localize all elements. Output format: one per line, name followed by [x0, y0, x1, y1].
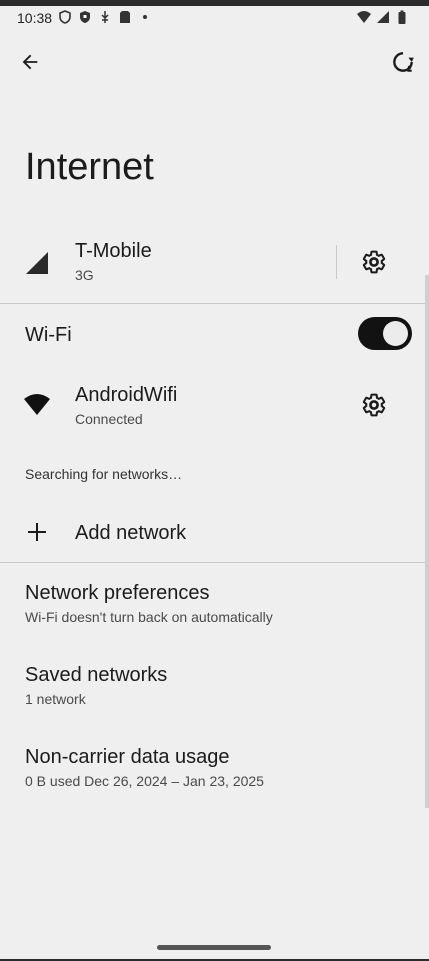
network-preferences-text: Network preferences Wi‑Fi doesn't turn b…: [25, 582, 273, 625]
page-title: Internet: [25, 146, 154, 188]
saved-networks-subtitle: 1 network: [25, 691, 86, 707]
app-bar: [0, 40, 429, 84]
add-network-label: Add network: [75, 522, 187, 544]
status-time: 10:38: [17, 10, 53, 26]
carrier-name: T-Mobile: [75, 240, 152, 262]
wifi-icon: [24, 394, 50, 415]
wifi-label: Wi-Fi: [25, 324, 72, 346]
refresh-button[interactable]: [389, 48, 417, 76]
searching-status: Searching for networks…: [25, 466, 183, 482]
data-usage-text: Non-carrier data usage 0 B used Dec 26, …: [25, 746, 264, 789]
arrow-back-icon: [22, 54, 38, 70]
gesture-nav-handle[interactable]: [157, 945, 271, 950]
signal-status-icon: [377, 11, 389, 23]
data-usage-subtitle: 0 B used Dec 26, 2024 – Jan 23, 2025: [25, 773, 264, 789]
section-divider: [0, 303, 429, 304]
network-preferences-title: Network preferences: [25, 582, 210, 604]
network-preferences-subtitle: Wi‑Fi doesn't turn back on automatically: [25, 609, 273, 625]
battery-icon: [398, 10, 406, 24]
saved-networks-row[interactable]: Saved networks 1 network: [0, 664, 429, 714]
saved-networks-text: Saved networks 1 network: [25, 664, 167, 707]
shield-icon: [80, 11, 90, 23]
carrier-text: T-Mobile 3G: [75, 240, 152, 283]
add-network-row[interactable]: Add network: [0, 514, 429, 554]
section-divider: [0, 562, 429, 563]
connected-network-row[interactable]: AndroidWifi Connected: [0, 376, 429, 436]
status-system-icons: [357, 10, 409, 24]
toggle-knob: [383, 321, 408, 346]
carrier-row[interactable]: T-Mobile 3G: [0, 232, 429, 298]
refresh-icon: [393, 52, 414, 72]
status-bar: 10:38: [0, 6, 429, 30]
network-preferences-row[interactable]: Network preferences Wi‑Fi doesn't turn b…: [0, 582, 429, 632]
shield-outline-icon: [59, 10, 71, 24]
wifi-status-icon: [357, 11, 371, 23]
gear-icon[interactable]: [361, 249, 387, 275]
sim-card-icon: [120, 11, 130, 23]
scrollbar[interactable]: [425, 275, 429, 808]
network-status: Connected: [75, 411, 143, 427]
data-usage-title: Non-carrier data usage: [25, 746, 230, 768]
vertical-divider: [336, 245, 337, 279]
data-usage-row[interactable]: Non-carrier data usage 0 B used Dec 26, …: [0, 746, 429, 796]
wifi-toggle-row[interactable]: Wi-Fi: [0, 314, 429, 354]
back-button[interactable]: [16, 48, 44, 76]
network-name: AndroidWifi: [75, 384, 178, 406]
dot-icon: [143, 15, 147, 19]
wifi-toggle-switch[interactable]: [358, 317, 412, 350]
plus-icon: [28, 523, 46, 541]
saved-networks-title: Saved networks: [25, 664, 168, 686]
cellular-signal-icon: [26, 252, 48, 274]
status-notification-icons: [58, 10, 152, 24]
network-text: AndroidWifi Connected: [75, 384, 177, 427]
usb-icon: [101, 11, 109, 23]
carrier-network-type: 3G: [75, 267, 94, 283]
gear-icon[interactable]: [361, 392, 387, 418]
